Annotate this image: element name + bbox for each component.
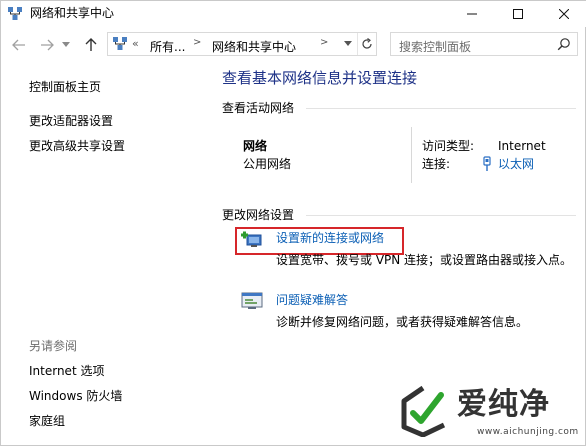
- chevron-down-icon: [62, 42, 70, 47]
- sidebar-link-control-panel-home[interactable]: 控制面板主页: [29, 79, 101, 95]
- title-bar[interactable]: 网络和共享中心: [1, 1, 586, 27]
- address-dropdown-button[interactable]: [341, 36, 355, 52]
- access-type-label: 访问类型:: [422, 139, 475, 153]
- breadcrumb-separator-icon[interactable]: >: [320, 37, 328, 48]
- breadcrumb-separator-icon[interactable]: >: [193, 37, 201, 48]
- troubleshoot-description: 诊断并修复网络问题，或者获得疑难解答信息。: [276, 315, 529, 329]
- setup-new-connection-link[interactable]: 设置新的连接或网络: [276, 230, 384, 246]
- window-title: 网络和共享中心: [30, 6, 115, 20]
- ethernet-connection-link[interactable]: 以太网: [498, 156, 534, 172]
- sidebar-link-internet-options[interactable]: Internet 选项: [29, 363, 104, 379]
- recent-locations-button[interactable]: [59, 35, 73, 55]
- section-divider: [306, 215, 576, 216]
- active-networks-label: 查看活动网络: [222, 101, 295, 115]
- troubleshoot-problems-link[interactable]: 问题疑难解答: [276, 292, 348, 308]
- network-category: 公用网络: [243, 157, 292, 171]
- connections-label: 连接:: [422, 157, 451, 171]
- network-add-icon[interactable]: [239, 229, 265, 249]
- minimize-icon: [467, 13, 477, 15]
- network-sharing-center-window: 网络和共享中心 « 所有... > 网络和共享中心 > 搜索控制面板 控制面板主…: [0, 0, 586, 446]
- maximize-icon: [513, 9, 523, 19]
- up-arrow-icon: [85, 38, 97, 51]
- task-setup-connection: 设置新的连接或网络 设置宽带、拨号或 VPN 连接；或设置路由器或接入点。: [235, 227, 575, 277]
- search-box[interactable]: 搜索控制面板: [390, 32, 578, 56]
- breadcrumb-network-center[interactable]: 网络和共享中心: [212, 38, 296, 55]
- network-center-icon: [8, 7, 22, 20]
- page-title: 查看基本网络信息并设置连接: [222, 69, 418, 87]
- brand-mark-icon: [401, 385, 446, 437]
- breadcrumb-all[interactable]: 所有...: [150, 38, 185, 55]
- forward-arrow-icon: [41, 39, 54, 51]
- setup-new-connection-description: 设置宽带、拨号或 VPN 连接；或设置路由器或接入点。: [276, 253, 573, 267]
- close-icon: [559, 9, 569, 19]
- sidebar-link-change-adapter-settings[interactable]: 更改适配器设置: [29, 113, 113, 129]
- network-info-divider: [411, 127, 412, 183]
- refresh-icon: [362, 38, 372, 49]
- navigation-bar: « 所有... > 网络和共享中心 > 搜索控制面板: [1, 29, 586, 61]
- up-button[interactable]: [81, 35, 101, 55]
- maximize-button[interactable]: [495, 1, 541, 27]
- control-panel-icon: [113, 37, 127, 50]
- sidebar: 控制面板主页 更改适配器设置 更改高级共享设置 另请参阅 Internet 选项…: [1, 63, 206, 446]
- forward-button[interactable]: [37, 35, 57, 55]
- watermark-logo: 爱纯净 www.aichunjing.com: [391, 381, 586, 446]
- change-network-settings-label: 更改网络设置: [222, 208, 295, 222]
- see-also-heading: 另请参阅: [29, 339, 78, 353]
- address-bar[interactable]: « 所有... > 网络和共享中心 >: [107, 32, 377, 56]
- access-type-value: Internet: [498, 139, 546, 153]
- task-troubleshoot: 问题疑难解答 诊断并修复网络问题，或者获得疑难解答信息。: [235, 289, 575, 339]
- network-name: 网络: [243, 139, 268, 153]
- sidebar-link-homegroup[interactable]: 家庭组: [29, 413, 65, 429]
- back-arrow-icon: [12, 39, 25, 51]
- watermark-brand-text: 爱纯净: [457, 387, 550, 422]
- troubleshoot-icon[interactable]: [239, 291, 265, 311]
- sidebar-link-windows-firewall[interactable]: Windows 防火墙: [29, 388, 122, 404]
- ethernet-icon: [483, 156, 491, 171]
- sidebar-link-change-advanced-sharing[interactable]: 更改高级共享设置: [29, 138, 125, 154]
- address-overflow-chevron[interactable]: «: [132, 37, 139, 50]
- section-divider: [306, 108, 576, 109]
- search-placeholder[interactable]: 搜索控制面板: [399, 38, 471, 55]
- back-button[interactable]: [9, 35, 29, 55]
- watermark-url: www.aichunjing.com: [477, 427, 579, 437]
- minimize-button[interactable]: [449, 1, 495, 27]
- refresh-button[interactable]: [357, 33, 376, 55]
- search-icon[interactable]: [557, 37, 571, 51]
- chevron-down-icon: [344, 41, 352, 46]
- close-button[interactable]: [541, 1, 586, 27]
